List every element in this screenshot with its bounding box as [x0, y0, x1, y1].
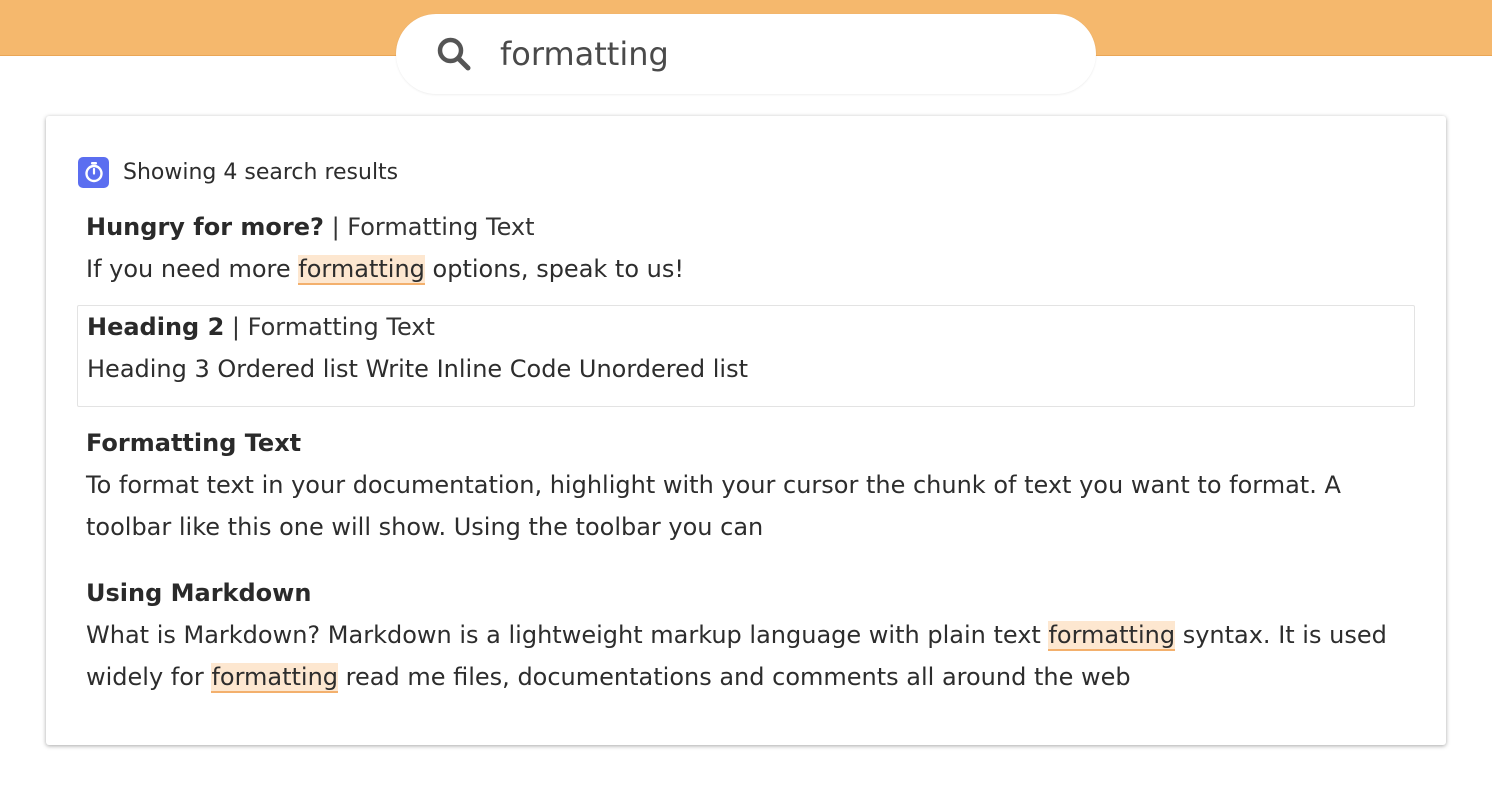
result-title: Formatting Text [86, 422, 1406, 464]
result-title: Using Markdown [86, 572, 1406, 614]
result-snippet: What is Markdown? Markdown is a lightwei… [86, 614, 1406, 698]
snippet-text: To format text in your documentation, hi… [86, 471, 1341, 541]
result-snippet: To format text in your documentation, hi… [86, 464, 1406, 548]
snippet-text: read me files, documentations and commen… [338, 663, 1131, 691]
snippet-text: Heading 3 Ordered list Write Inline Code… [87, 355, 748, 383]
stopwatch-icon [78, 156, 109, 188]
result-title: Heading 2 | Formatting Text [87, 306, 1405, 348]
result-heading: Heading 2 [87, 313, 225, 341]
snippet-text: options, speak to us! [424, 255, 684, 283]
result-heading: Formatting Text [86, 429, 302, 457]
search-result[interactable]: Formatting Text To format text in your d… [77, 422, 1415, 548]
search-input[interactable] [500, 32, 1060, 76]
result-separator: | [323, 213, 348, 241]
search-result[interactable]: Using Markdown What is Markdown? Markdow… [77, 572, 1415, 698]
search-result[interactable]: Hungry for more? | Formatting Text If yo… [77, 206, 1415, 290]
result-heading: Using Markdown [86, 579, 312, 607]
results-count: Showing 4 search results [123, 159, 399, 185]
result-heading: Hungry for more? [86, 213, 324, 241]
search-icon[interactable] [436, 36, 472, 72]
search-bar[interactable] [396, 14, 1096, 94]
result-snippet: If you need more formatting options, spe… [86, 248, 1406, 290]
result-separator: | [224, 313, 248, 341]
search-highlight: formatting [298, 255, 425, 285]
result-title: Hungry for more? | Formatting Text [86, 206, 1406, 248]
snippet-text: What is Markdown? Markdown is a lightwei… [86, 621, 1049, 649]
search-result-selected[interactable]: Heading 2 | Formatting Text Heading 3 Or… [77, 305, 1415, 407]
snippet-text: If you need more [86, 255, 299, 283]
results-header: Showing 4 search results [78, 156, 398, 188]
result-section: Formatting Text [247, 313, 435, 341]
search-results-panel: Showing 4 search results Hungry for more… [46, 116, 1446, 745]
result-section: Formatting Text [347, 213, 535, 241]
search-highlight: formatting [211, 663, 339, 693]
search-highlight: formatting [1048, 621, 1176, 651]
result-snippet: Heading 3 Ordered list Write Inline Code… [87, 348, 1405, 390]
